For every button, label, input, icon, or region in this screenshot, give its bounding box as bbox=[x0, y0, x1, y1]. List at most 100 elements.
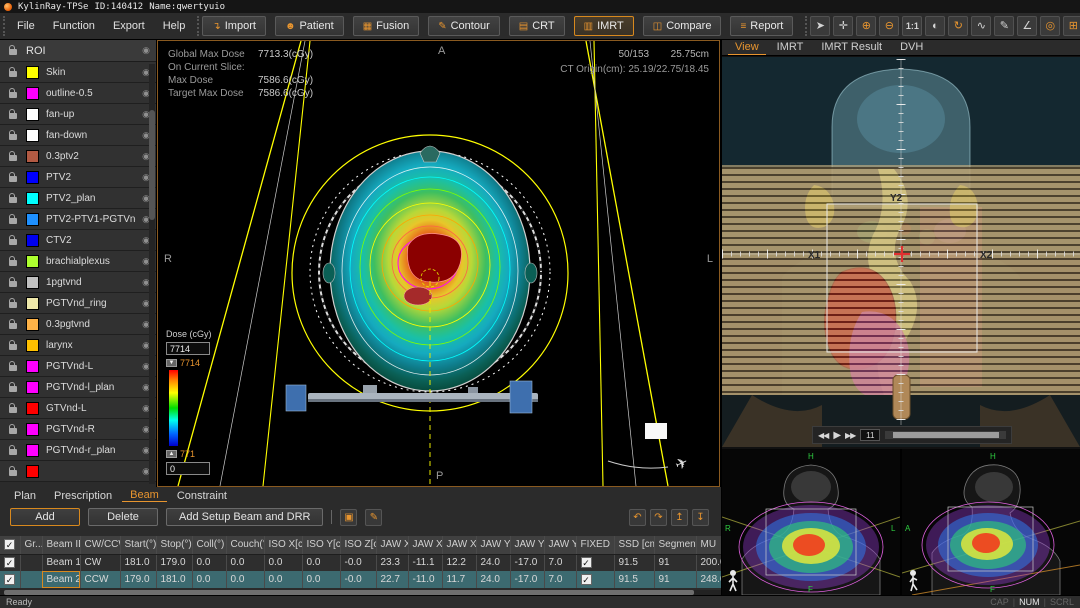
unlock-icon[interactable] bbox=[0, 362, 26, 371]
beam-cell[interactable]: ✓ bbox=[576, 571, 614, 588]
tab-view[interactable]: View bbox=[728, 40, 766, 55]
pencil-icon[interactable]: ✎ bbox=[994, 16, 1014, 36]
compare-button[interactable]: ◫Compare bbox=[643, 16, 722, 36]
segment-number[interactable]: 11 bbox=[860, 429, 880, 441]
beam-cell[interactable]: 91 bbox=[654, 554, 696, 571]
tab-dvh[interactable]: DVH bbox=[893, 40, 930, 55]
unlock-icon[interactable] bbox=[0, 278, 26, 287]
roi-color-swatch[interactable] bbox=[26, 465, 39, 478]
beam-cell[interactable]: -11.0 bbox=[408, 571, 442, 588]
roi-item[interactable]: ◉ bbox=[0, 461, 156, 482]
beam-cell[interactable]: 91.5 bbox=[614, 554, 654, 571]
roi-item[interactable]: larynx◉ bbox=[0, 335, 156, 356]
roi-item[interactable]: CTV2◉ bbox=[0, 230, 156, 251]
beam-cell[interactable]: 12.2 bbox=[442, 554, 476, 571]
roi-color-swatch[interactable] bbox=[26, 255, 39, 268]
dose-upper-marker-icon[interactable]: ▼ bbox=[166, 359, 177, 367]
roi-item[interactable]: GTVnd-L◉ bbox=[0, 398, 156, 419]
menu-item-function[interactable]: Function bbox=[44, 13, 104, 39]
report-button[interactable]: ≡Report bbox=[730, 16, 793, 36]
roi-color-swatch[interactable] bbox=[26, 318, 39, 331]
patient-button[interactable]: ☻Patient bbox=[275, 16, 344, 36]
tab-constraint[interactable]: Constraint bbox=[169, 490, 235, 502]
beam-cell[interactable]: 0.0 bbox=[226, 554, 264, 571]
roi-color-swatch[interactable] bbox=[26, 444, 39, 457]
roi-item[interactable]: PGTVnd-R◉ bbox=[0, 419, 156, 440]
unlock-icon[interactable] bbox=[0, 299, 26, 308]
beam-cell[interactable]: Beam 2 bbox=[42, 571, 80, 588]
roi-item[interactable]: Skin◉ bbox=[0, 62, 156, 83]
pan-icon[interactable]: ✛ bbox=[833, 16, 853, 36]
zoom-out-icon[interactable]: ⊖ bbox=[879, 16, 899, 36]
unlock-icon[interactable] bbox=[0, 236, 26, 245]
beam-cell[interactable]: 179.0 bbox=[120, 571, 156, 588]
play-icon[interactable]: ▶ bbox=[833, 430, 840, 441]
beam-cell[interactable]: 181.0 bbox=[120, 554, 156, 571]
beam-cell[interactable]: 91.5 bbox=[614, 571, 654, 588]
dose-lower-marker-icon[interactable]: ▲ bbox=[166, 450, 177, 458]
bev-view[interactable]: X1 X2 Y2 ◀◀ ▶ ▶▶ 11 bbox=[722, 57, 1080, 447]
forward-icon[interactable]: ▶▶ bbox=[845, 431, 855, 440]
machine-icon[interactable]: ⊞ bbox=[1063, 16, 1080, 36]
roi-color-swatch[interactable] bbox=[26, 276, 39, 289]
select-all-checkbox[interactable]: ✓ bbox=[4, 539, 15, 550]
delete-button[interactable]: Delete bbox=[88, 508, 158, 526]
beam-cell[interactable]: -0.0 bbox=[340, 571, 376, 588]
gantry-angle-icon[interactable]: ◎ bbox=[1040, 16, 1060, 36]
rewind-icon[interactable]: ◀◀ bbox=[818, 431, 828, 440]
dose-min-input[interactable]: 0 bbox=[166, 462, 210, 475]
roi-item[interactable]: PTV2-PTV1-PGTVnd-PGTVn:◉ bbox=[0, 209, 156, 230]
edit-beam-icon[interactable]: ✎ bbox=[365, 509, 382, 526]
roi-color-swatch[interactable] bbox=[26, 297, 39, 310]
roi-color-swatch[interactable] bbox=[26, 171, 39, 184]
menu-item-export[interactable]: Export bbox=[104, 13, 154, 39]
one-to-one-icon[interactable]: 1:1 bbox=[902, 16, 922, 36]
beam-cell[interactable]: -11.1 bbox=[408, 554, 442, 571]
roi-color-swatch[interactable] bbox=[26, 66, 39, 79]
beam-cell[interactable]: 179.0 bbox=[156, 554, 192, 571]
unlock-icon[interactable] bbox=[0, 131, 26, 140]
dose-max-input[interactable]: 7714 bbox=[166, 342, 210, 355]
tab-imrt-result[interactable]: IMRT Result bbox=[814, 40, 889, 55]
coronal-dose-view[interactable]: H R L F bbox=[722, 449, 900, 595]
roi-color-swatch[interactable] bbox=[26, 150, 39, 163]
shift-up-icon[interactable]: ↥ bbox=[671, 509, 688, 526]
beam-cell[interactable]: 0.0 bbox=[264, 554, 302, 571]
roi-scrollbar[interactable] bbox=[149, 64, 155, 484]
roi-item[interactable]: fan-up◉ bbox=[0, 104, 156, 125]
beam-cell[interactable]: 0.0 bbox=[264, 571, 302, 588]
segment-slider[interactable] bbox=[885, 431, 1006, 439]
roi-item[interactable]: fan-down◉ bbox=[0, 125, 156, 146]
roi-item[interactable]: 0.3pgtvnd◉ bbox=[0, 314, 156, 335]
roi-color-swatch[interactable] bbox=[26, 381, 39, 394]
roi-color-swatch[interactable] bbox=[26, 402, 39, 415]
beam-cell[interactable]: 181.0 bbox=[156, 571, 192, 588]
beam-cell[interactable]: -17.0 bbox=[510, 554, 544, 571]
beam-cell[interactable]: 248.0 bbox=[696, 571, 721, 588]
import-button[interactable]: ↴Import bbox=[202, 16, 266, 36]
add-setup-beam-and-drr-button[interactable]: Add Setup Beam and DRR bbox=[166, 508, 323, 526]
unlock-icon[interactable] bbox=[0, 152, 26, 161]
unlock-icon[interactable] bbox=[0, 320, 26, 329]
roi-color-swatch[interactable] bbox=[26, 339, 39, 352]
cursor-icon[interactable]: ➤ bbox=[810, 16, 830, 36]
rotate-ccw-icon[interactable]: ↶ bbox=[629, 509, 646, 526]
roi-item[interactable]: outline-0.5◉ bbox=[0, 83, 156, 104]
menu-item-file[interactable]: File bbox=[8, 13, 44, 39]
roi-color-swatch[interactable] bbox=[26, 423, 39, 436]
roi-item[interactable]: PTV2_plan◉ bbox=[0, 188, 156, 209]
dose-profile-icon[interactable]: ∿ bbox=[971, 16, 991, 36]
tab-plan[interactable]: Plan bbox=[6, 490, 44, 502]
beam-cell[interactable] bbox=[20, 571, 42, 588]
roi-item[interactable]: PTV2◉ bbox=[0, 167, 156, 188]
crt-button[interactable]: ▤CRT bbox=[509, 16, 565, 36]
tab-imrt[interactable]: IMRT bbox=[770, 40, 811, 55]
beam-cell[interactable]: Beam 1 bbox=[42, 554, 80, 571]
menu-item-help[interactable]: Help bbox=[154, 13, 195, 39]
unlock-icon[interactable] bbox=[0, 341, 26, 350]
beam-row[interactable]: ✓Beam 2CCW179.0181.00.00.00.00.0-0.022.7… bbox=[0, 571, 721, 588]
zoom-in-icon[interactable]: ⊕ bbox=[856, 16, 876, 36]
unlock-icon[interactable] bbox=[0, 383, 26, 392]
roi-color-swatch[interactable] bbox=[26, 108, 39, 121]
tab-beam[interactable]: Beam bbox=[122, 489, 167, 502]
